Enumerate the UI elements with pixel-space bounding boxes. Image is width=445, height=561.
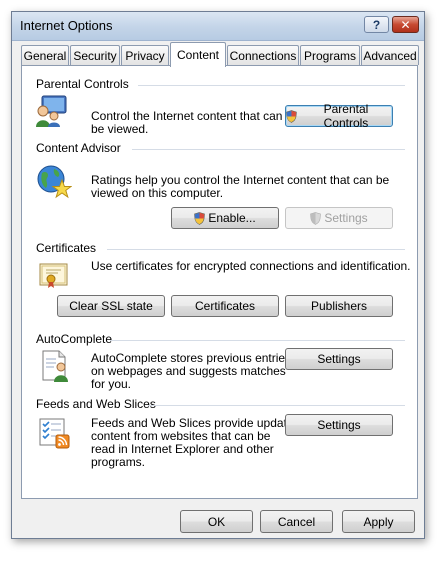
- content-advisor-enable-button[interactable]: Enable...: [171, 207, 279, 229]
- advisor-settings-button-label: Settings: [324, 211, 368, 225]
- feeds-heading: Feeds and Web Slices: [36, 397, 156, 411]
- tab-programs[interactable]: Programs: [300, 45, 360, 65]
- uac-shield-icon: [194, 211, 206, 225]
- content-tab-panel: Parental Controls Control the Internet c…: [21, 65, 418, 499]
- window-title: Internet Options: [20, 18, 113, 33]
- tab-connections[interactable]: Connections: [227, 45, 299, 65]
- content-advisor-description-line-2: viewed on this computer.: [91, 186, 224, 200]
- parental-controls-description-line-2: be viewed.: [91, 122, 149, 136]
- divider: [107, 249, 405, 250]
- feeds-description-line-4: programs.: [91, 455, 146, 469]
- divider: [132, 149, 405, 150]
- divider: [138, 85, 405, 86]
- feeds-settings-button[interactable]: Settings: [285, 414, 393, 436]
- tab-general[interactable]: General: [21, 45, 69, 65]
- publishers-button[interactable]: Publishers: [285, 295, 393, 317]
- uac-shield-icon: [286, 109, 297, 123]
- close-button[interactable]: ✕: [392, 16, 419, 33]
- title-bar[interactable]: Internet Options ? ✕: [12, 12, 424, 41]
- cancel-button[interactable]: Cancel: [260, 510, 333, 533]
- content-advisor-globe-icon: [37, 165, 72, 199]
- parental-controls-button[interactable]: Parental Controls: [285, 102, 393, 130]
- certificate-icon: [39, 263, 68, 288]
- parental-controls-icon: [36, 95, 67, 127]
- autocomplete-heading: AutoComplete: [36, 332, 113, 346]
- internet-options-dialog: Internet Options ? ✕ General Security Pr…: [11, 11, 425, 539]
- certificates-description: Use certificates for encrypted connectio…: [91, 259, 411, 273]
- certificates-button[interactable]: Certificates: [171, 295, 279, 317]
- content-advisor-settings-button[interactable]: Settings: [285, 207, 393, 229]
- divider: [110, 340, 405, 341]
- tab-privacy[interactable]: Privacy: [121, 45, 169, 65]
- ok-button[interactable]: OK: [180, 510, 253, 533]
- autocomplete-icon: [42, 350, 68, 382]
- tab-security[interactable]: Security: [70, 45, 120, 65]
- autocomplete-settings-button[interactable]: Settings: [285, 348, 393, 370]
- tab-content[interactable]: Content: [170, 42, 226, 67]
- parental-controls-heading: Parental Controls: [36, 77, 129, 91]
- content-advisor-heading: Content Advisor: [36, 141, 121, 155]
- tab-advanced[interactable]: Advanced: [361, 45, 419, 65]
- certificates-heading: Certificates: [36, 241, 97, 255]
- parental-controls-button-label: Parental Controls: [323, 102, 369, 130]
- feeds-icon: [39, 418, 70, 449]
- divider: [148, 405, 405, 406]
- autocomplete-description-line-3: for you.: [91, 377, 132, 391]
- clear-ssl-state-button[interactable]: Clear SSL state: [57, 295, 165, 317]
- apply-button[interactable]: Apply: [342, 510, 415, 533]
- uac-shield-icon: [310, 211, 322, 225]
- close-icon: ✕: [400, 17, 411, 32]
- question-mark-icon: ?: [372, 17, 381, 32]
- enable-button-label: Enable...: [208, 211, 256, 225]
- help-button[interactable]: ?: [364, 16, 389, 33]
